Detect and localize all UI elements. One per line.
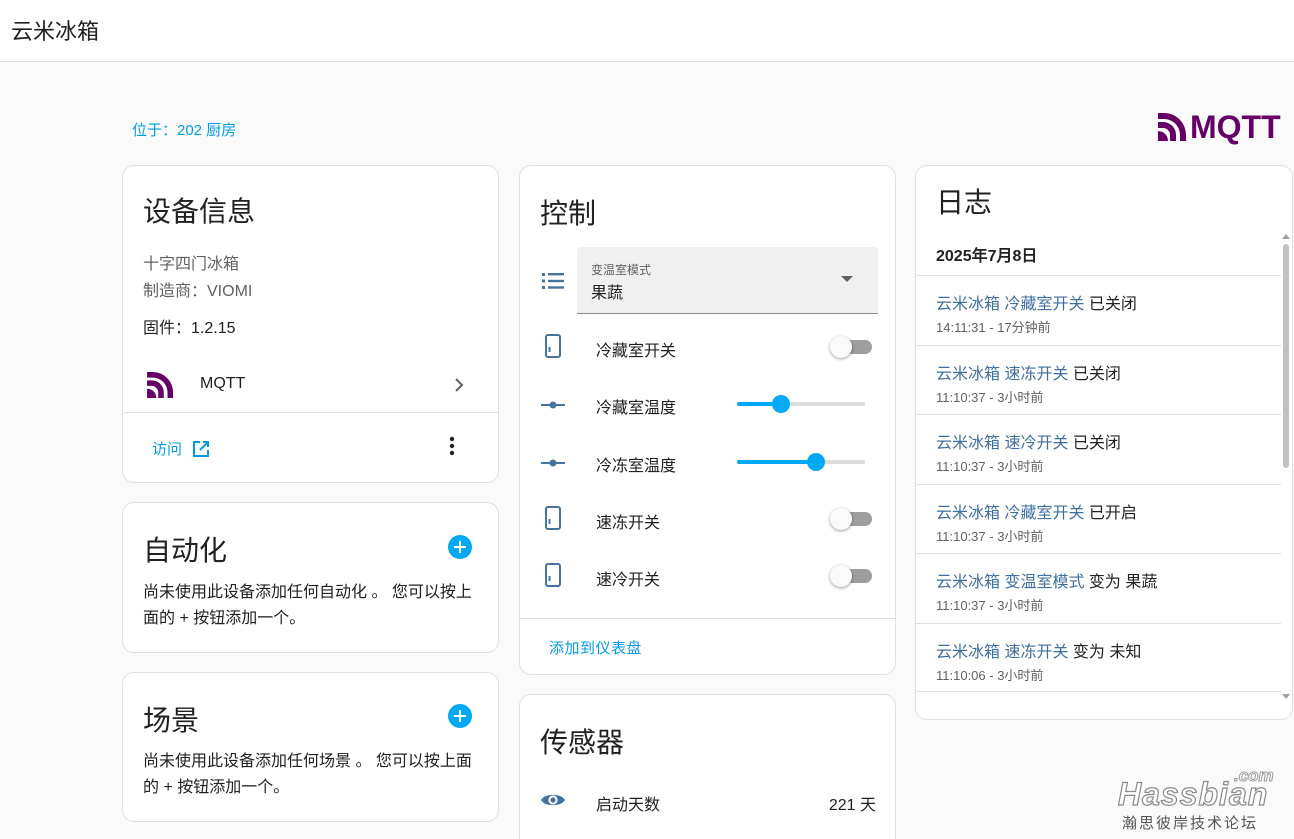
mode-select-label: 变温室模式	[591, 263, 652, 277]
log-entry: 云米冰箱 速冷开关 已关闭 11:10:37 - 3小时前	[916, 414, 1281, 484]
scroll-down-arrow[interactable]	[1282, 694, 1290, 699]
more-vert-icon[interactable]	[441, 434, 463, 458]
toggle-knob	[830, 565, 852, 587]
log-entity-link[interactable]: 云米冰箱 冷藏室开关	[936, 505, 1084, 522]
logbook-list: 云米冰箱 冷藏室开关 已关闭 14:11:31 - 17分钟前 云米冰箱 速冻开…	[916, 275, 1281, 692]
log-entity-link[interactable]: 云米冰箱 速冷开关	[936, 435, 1068, 452]
log-entry: 云米冰箱 速冻开关 变为 未知 11:10:06 - 3小时前	[916, 622, 1281, 692]
mqtt-icon	[147, 372, 174, 398]
logbook-title: 日志	[936, 187, 993, 218]
mode-select-value: 果蔬	[591, 285, 624, 302]
log-action: 已关闭	[1068, 435, 1121, 452]
add-to-dashboard-button[interactable]: 添加到仪表盘	[549, 637, 642, 658]
add-scene-button[interactable]	[448, 704, 472, 728]
watermark: .com Hassbian 瀚思彼岸技术论坛	[1117, 766, 1288, 834]
automation-card: 自动化 尚未使用此设备添加任何自动化 。 您可以按上面的 + 按钮添加一个。	[122, 502, 499, 653]
log-entry: 云米冰箱 冷藏室开关 已关闭 14:11:31 - 17分钟前	[916, 275, 1281, 345]
thermometer-slider-icon	[541, 401, 565, 409]
log-time: 14:11:31 - 17分钟前	[936, 320, 1051, 335]
log-time: 11:10:37 - 3小时前	[936, 528, 1044, 544]
toggle-knob	[830, 508, 852, 530]
log-time: 11:10:37 - 3小时前	[936, 598, 1044, 613]
device-firmware: 固件：1.2.15	[143, 320, 236, 337]
controls-title: 控制	[540, 198, 597, 229]
chevron-right-icon	[455, 378, 464, 392]
log-time: 11:10:06 - 3小时前	[936, 667, 1044, 683]
device-info-title: 设备信息	[143, 196, 256, 227]
open-in-new-icon	[193, 440, 210, 457]
control-label: 速冻开关	[596, 515, 661, 532]
format-list-icon	[542, 273, 564, 289]
log-time: 11:10:37 - 3小时前	[936, 389, 1044, 405]
fridge-icon	[545, 563, 561, 587]
logbook-card: 日志 2025年7月8日 云米冰箱 冷藏室开关 已关闭 14:11:31 - 1…	[915, 165, 1293, 720]
log-action: 变为 未知	[1068, 643, 1142, 661]
fridge-icon	[545, 334, 561, 358]
scrollbar-thumb[interactable]	[1283, 244, 1289, 468]
control-label: 速冷开关	[596, 572, 661, 589]
area-link[interactable]: 位于：202 厨房	[132, 119, 236, 140]
device-info-card: 设备信息 十字四门冰箱 制造商：VIOMI 固件：1.2.15 MQTT 访问	[122, 165, 499, 483]
toggle-switch[interactable]	[830, 508, 872, 530]
mqtt-logo-icon	[1158, 113, 1186, 141]
control-label: 冷藏室温度	[596, 400, 677, 417]
log-action: 已关闭	[1068, 365, 1121, 383]
sensor-value: 221 天	[828, 797, 876, 814]
fridge-icon	[545, 506, 561, 530]
device-model: 十字四门冰箱	[143, 256, 240, 273]
scenes-empty-text: 尚未使用此设备添加任何场景 。 您可以按上面的 + 按钮添加一个。	[143, 753, 472, 796]
log-entry: 云米冰箱 冷藏室开关 已开启 11:10:37 - 3小时前	[916, 483, 1281, 554]
scenes-title: 场景	[143, 705, 200, 736]
scroll-up-arrow[interactable]	[1282, 234, 1290, 239]
scenes-card: 场景 尚未使用此设备添加任何场景 。 您可以按上面的 + 按钮添加一个。	[122, 672, 499, 822]
integration-label: MQTT	[200, 375, 246, 392]
temperature-slider[interactable]	[737, 452, 865, 472]
device-manufacturer: 制造商：VIOMI	[143, 283, 253, 300]
card-divider	[123, 412, 498, 413]
mqtt-logo: MQTT	[1158, 108, 1281, 145]
log-time: 11:10:37 - 3小时前	[936, 459, 1044, 474]
toggle-switch[interactable]	[830, 336, 872, 358]
slider-fill	[737, 460, 817, 464]
sensors-title: 传感器	[540, 727, 625, 758]
visit-button[interactable]: 访问	[152, 438, 210, 459]
toggle-switch[interactable]	[830, 565, 872, 587]
dropdown-arrow-icon	[841, 276, 853, 282]
toggle-knob	[830, 336, 852, 358]
log-entity-link[interactable]: 云米冰箱 冷藏室开关	[936, 296, 1084, 313]
log-action: 已关闭	[1084, 296, 1137, 313]
log-entry: 云米冰箱 变温室模式 变为 果蔬 11:10:37 - 3小时前	[916, 553, 1281, 623]
control-label: 冷冻室温度	[596, 458, 677, 475]
control-label: 冷藏室开关	[596, 343, 677, 360]
log-entity-link[interactable]: 云米冰箱 速冻开关	[936, 644, 1068, 661]
thermometer-slider-icon	[541, 459, 565, 467]
log-action: 已开启	[1084, 504, 1137, 522]
watermark-sub: 瀚思彼岸技术论坛	[1122, 815, 1259, 832]
temperature-slider[interactable]	[737, 394, 865, 414]
automation-title: 自动化	[143, 535, 228, 566]
log-entity-link[interactable]: 云米冰箱 速冻开关	[936, 366, 1068, 383]
sensors-card: 传感器 启动天数 221 天	[519, 694, 896, 839]
slider-thumb[interactable]	[807, 453, 826, 471]
log-action: 变为 果蔬	[1084, 574, 1158, 591]
sensor-label: 启动天数	[596, 797, 661, 814]
log-entity-link[interactable]: 云米冰箱 变温室模式	[936, 574, 1084, 591]
top-app-bar: 云米冰箱	[0, 0, 1294, 62]
add-automation-button[interactable]	[448, 535, 472, 559]
logbook-date: 2025年7月8日	[936, 248, 1038, 265]
mode-select[interactable]: 变温室模式 果蔬	[577, 247, 878, 314]
mqtt-logo-text: MQTT	[1190, 108, 1281, 145]
card-divider	[520, 618, 895, 619]
automation-empty-text: 尚未使用此设备添加任何自动化 。 您可以按上面的 + 按钮添加一个。	[143, 584, 472, 627]
integration-row-mqtt[interactable]: MQTT	[123, 361, 498, 409]
slider-thumb[interactable]	[771, 395, 790, 413]
log-entry: 云米冰箱 速冻开关 已关闭 11:10:37 - 3小时前	[916, 344, 1281, 415]
controls-card: 控制 变温室模式 果蔬 冷藏室开关 冷藏室温度 冷冻室温度 速冻开关 速冷开关 …	[519, 165, 896, 675]
visit-label: 访问	[152, 441, 183, 458]
watermark-main: Hassbian	[1117, 775, 1269, 812]
eye-icon	[541, 794, 565, 806]
page-title: 云米冰箱	[11, 19, 100, 44]
